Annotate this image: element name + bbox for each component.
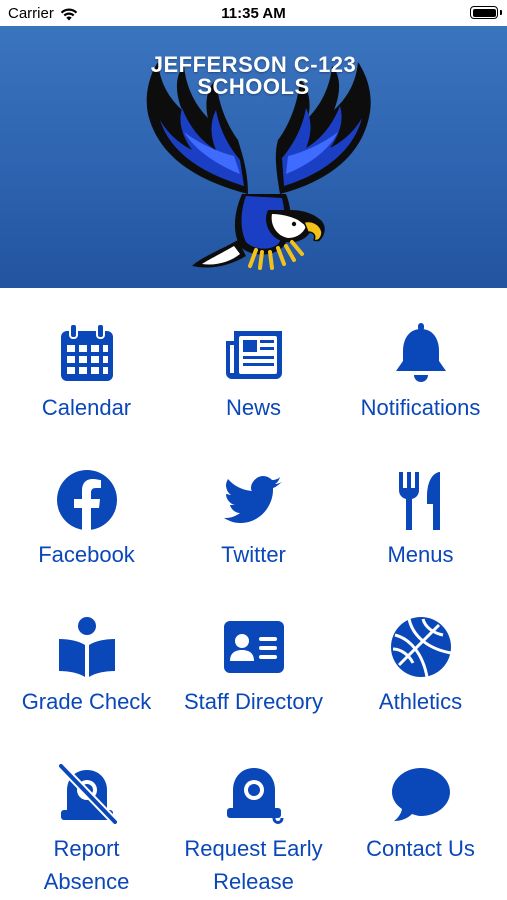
twitter-icon (222, 468, 286, 532)
tile-label: Contact Us (366, 836, 475, 861)
tile-athletics[interactable]: Athletics (336, 582, 505, 729)
newspaper-icon (222, 321, 286, 385)
tile-label-line1: Request Early (184, 836, 323, 861)
tile-menus[interactable]: Menus (336, 435, 505, 582)
tile-label-line2: Absence (43, 869, 130, 894)
tile-label: News (225, 395, 281, 420)
tile-grade-check[interactable]: Grade Check (2, 582, 171, 729)
tile-staff-directory[interactable]: Staff Directory (169, 582, 338, 729)
tile-label-line1: Report (53, 836, 120, 861)
tile-label-line2: Release (213, 869, 294, 894)
basketball-icon (389, 615, 453, 679)
battery-cap (500, 10, 502, 15)
status-bar: Carrier 11:35 AM (0, 0, 507, 26)
tile-report-absence[interactable]: Report Absence (2, 729, 171, 894)
menu-grid: Calendar News Notifications Facebook Twi… (0, 288, 507, 900)
school-name-line1: JEFFERSON C-123 (150, 52, 357, 77)
utensils-icon (389, 468, 453, 532)
alarm-bell-icon (222, 762, 286, 826)
reader-icon (55, 615, 119, 679)
chat-bubble-icon (389, 762, 453, 826)
tile-notifications[interactable]: Notifications (336, 288, 505, 435)
alarm-off-icon (55, 762, 119, 826)
tile-label: Grade Check (21, 689, 152, 714)
header-banner: JEFFERSON C-123 SCHOOLS (0, 26, 507, 288)
status-time: 11:35 AM (221, 5, 286, 22)
tile-news[interactable]: News (169, 288, 338, 435)
id-card-icon (222, 615, 286, 679)
battery-icon (470, 6, 498, 19)
tile-request-early-release[interactable]: Request Early Release (169, 729, 338, 894)
school-name: JEFFERSON C-123 SCHOOLS (0, 54, 507, 98)
tile-label: Calendar (41, 395, 132, 420)
tile-twitter[interactable]: Twitter (169, 435, 338, 582)
tile-label: Staff Directory (184, 689, 323, 714)
tile-facebook[interactable]: Facebook (2, 435, 171, 582)
tile-label: Report Absence (44, 832, 130, 898)
tile-label: Notifications (360, 395, 481, 420)
bell-icon (389, 321, 453, 385)
tile-label: Menus (387, 542, 454, 567)
tile-label: Request Early Release (184, 832, 322, 898)
tile-calendar[interactable]: Calendar (2, 288, 171, 435)
tile-label: Facebook (38, 542, 135, 567)
school-name-line2: SCHOOLS (197, 74, 310, 99)
tile-contact-us[interactable]: Contact Us (336, 729, 505, 876)
tile-label: Twitter (221, 542, 286, 567)
tile-label: Athletics (378, 689, 463, 714)
calendar-icon (55, 321, 119, 385)
facebook-icon (55, 468, 119, 532)
